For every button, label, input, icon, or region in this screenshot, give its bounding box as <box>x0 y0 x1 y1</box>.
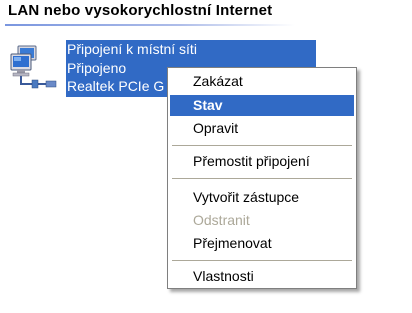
menu-item-rename[interactable]: Přejmenovat <box>170 233 354 254</box>
menu-separator <box>172 145 352 146</box>
menu-item-repair[interactable]: Opravit <box>170 118 354 139</box>
menu-separator <box>172 260 352 261</box>
connection-status: Připojeno <box>67 60 127 76</box>
connection-name: Připojení k místní síti <box>67 41 197 57</box>
menu-item-disable[interactable]: Zakázat <box>170 71 354 92</box>
connection-device: Realtek PCIe G <box>67 78 165 94</box>
menu-item-bridge-connections[interactable]: Přemostit připojení <box>170 151 354 172</box>
context-menu: Zakázat Stav Opravit Přemostit připojení… <box>167 67 357 289</box>
network-connection-icon[interactable] <box>8 44 62 94</box>
menu-item-delete[interactable]: Odstranit <box>170 210 354 231</box>
network-connections-window: LAN nebo vysokorychlostní Internet Připo… <box>0 0 412 313</box>
menu-item-create-shortcut[interactable]: Vytvořit zástupce <box>170 187 354 208</box>
menu-item-status[interactable]: Stav <box>170 95 354 116</box>
group-header-rule <box>5 24 295 26</box>
group-header: LAN nebo vysokorychlostní Internet <box>8 2 273 19</box>
menu-item-properties[interactable]: Vlastnosti <box>170 266 354 287</box>
menu-separator <box>172 178 352 179</box>
